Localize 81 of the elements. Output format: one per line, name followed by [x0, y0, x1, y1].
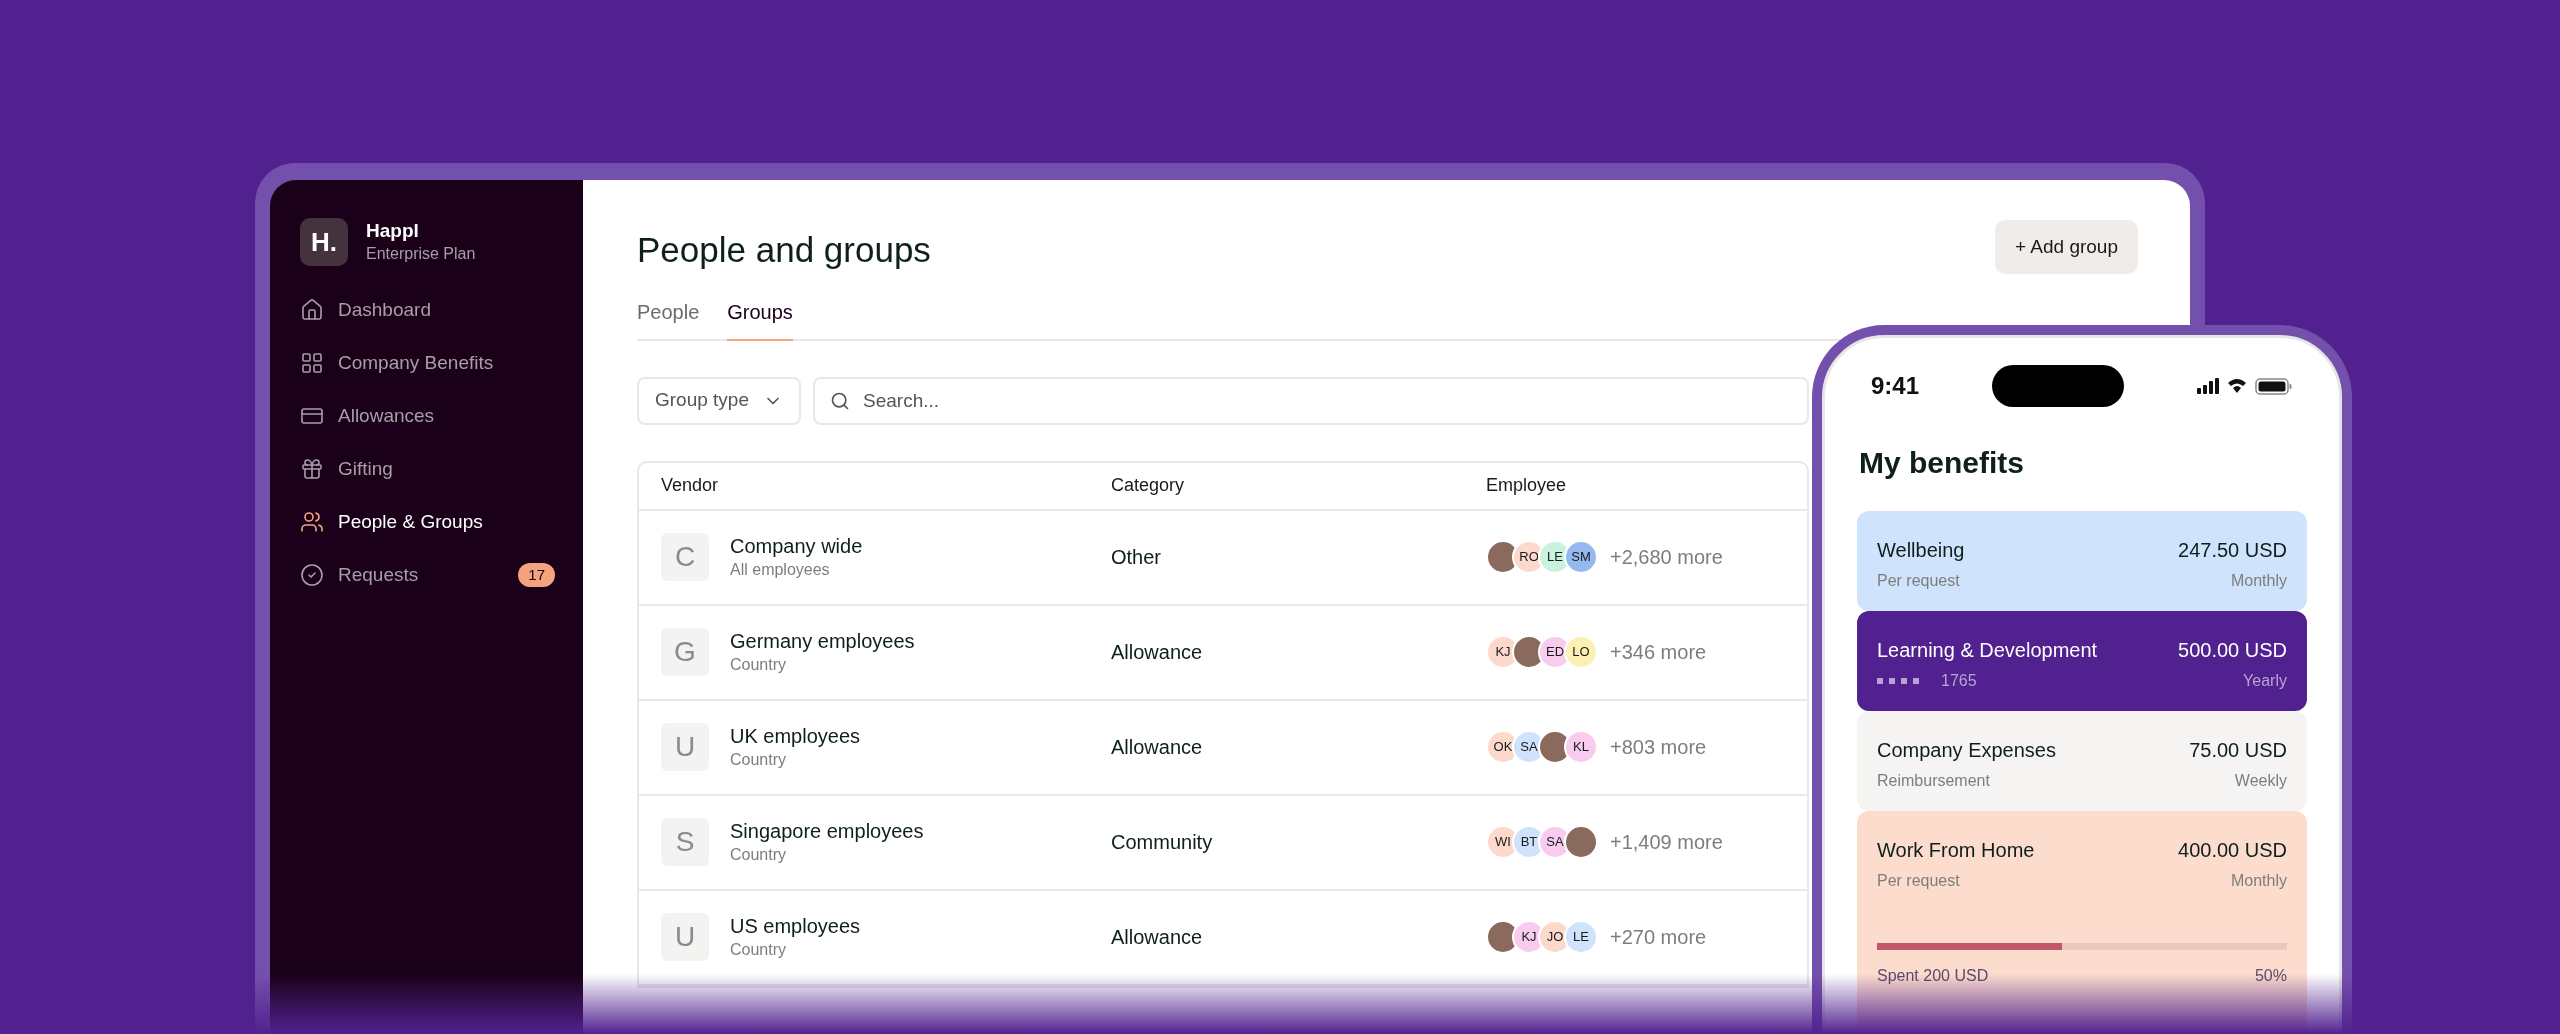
sidebar-item[interactable]: Gifting: [300, 453, 555, 485]
add-group-button[interactable]: + Add group: [1995, 220, 2138, 274]
group-type-dropdown[interactable]: Group type: [637, 376, 801, 425]
sidebar-item[interactable]: Dashboard: [300, 294, 555, 326]
sidebar-item[interactable]: People & Groups: [300, 506, 555, 538]
benefit-card[interactable]: Learning & Development 500.00 USD 1765 Yearly: [1857, 611, 2307, 711]
tab[interactable]: Groups: [727, 296, 793, 341]
sidebar-item[interactable]: Requests 17: [300, 559, 555, 591]
category-cell-text: Allowance: [1111, 640, 1204, 665]
brand-name: Happl: [366, 219, 420, 243]
plan-label: Enterprise Plan: [366, 244, 476, 264]
logo: H.: [300, 218, 348, 266]
category-cell-text: Other: [1111, 545, 1163, 570]
home-icon: [300, 298, 324, 322]
group-subtitle: Country: [730, 750, 788, 770]
group-initial: G: [661, 628, 709, 676]
more-count: +346 more: [1610, 640, 1707, 665]
sidebar-item[interactable]: Company Benefits: [300, 347, 555, 379]
avatar: KL: [1564, 730, 1598, 764]
group-subtitle: Country: [730, 940, 788, 960]
more-count: +1,409 more: [1610, 830, 1723, 855]
benefit-name: Work From Home: [1877, 838, 2035, 863]
page-title: People and groups: [637, 229, 931, 271]
column-header: Employee: [1486, 474, 1568, 497]
search-icon: [830, 390, 850, 411]
benefit-period: Monthly: [2230, 571, 2287, 591]
benefit-name: Wellbeing: [1877, 538, 1965, 563]
gift-icon: [300, 457, 324, 481]
benefit-card[interactable]: Wellbeing 247.50 USD Per request Monthly: [1857, 511, 2307, 611]
phone-title: My benefits: [1859, 445, 2026, 481]
check-circle-icon: [300, 563, 324, 587]
wifi-icon: [2227, 378, 2247, 394]
group-name: Germany employees: [730, 629, 915, 654]
column-header: Vendor: [661, 474, 720, 497]
search-field[interactable]: Search...: [813, 376, 1809, 425]
people-icon: [300, 510, 324, 534]
avatar: LE: [1564, 920, 1598, 954]
column-header: Category: [1111, 474, 1186, 497]
group-name: US employees: [730, 914, 861, 939]
avatar: SM: [1564, 540, 1598, 574]
avatar: LO: [1564, 635, 1598, 669]
count-badge: 17: [518, 562, 555, 588]
grid-icon: [300, 351, 324, 375]
group-initial: U: [661, 913, 709, 961]
benefit-name: Company Expenses: [1877, 738, 2056, 763]
sidebar-item[interactable]: Allowances: [300, 400, 555, 432]
category-cell-text: Community: [1111, 830, 1214, 855]
masked-digits-icon: [1877, 678, 1921, 684]
group-name: UK employees: [730, 724, 861, 749]
group-subtitle: Country: [730, 655, 788, 675]
group-name: Company wide: [730, 534, 863, 559]
benefit-period: Weekly: [2234, 771, 2287, 791]
group-initial: C: [661, 533, 709, 581]
group-initial: U: [661, 723, 709, 771]
more-count: +2,680 more: [1610, 545, 1723, 570]
category-cell-text: Allowance: [1111, 735, 1204, 760]
spent-amount: Spent 200 USD: [1877, 966, 1989, 986]
benefit-detail: Reimbursement: [1877, 771, 1990, 791]
group-initial: S: [661, 818, 709, 866]
tab[interactable]: People: [637, 296, 700, 341]
status-time: 9:41: [1871, 371, 1920, 401]
benefit-name: Learning & Development: [1877, 638, 2098, 663]
benefit-amount: 400.00 USD: [2178, 838, 2287, 863]
signal-icon: [2197, 378, 2219, 394]
battery-icon: [2255, 377, 2293, 395]
benefit-detail: Per request: [1877, 571, 1960, 591]
spent-percent: 50%: [2254, 966, 2287, 986]
group-subtitle: Country: [730, 845, 788, 865]
more-count: +803 more: [1610, 735, 1707, 760]
category-cell-text: Allowance: [1111, 925, 1204, 950]
card-number: 1765: [1941, 671, 1977, 691]
more-count: +270 more: [1610, 925, 1707, 950]
benefit-period: Yearly: [2243, 671, 2287, 691]
benefit-amount: 247.50 USD: [2178, 538, 2287, 563]
benefit-detail: Per request: [1877, 871, 1960, 891]
benefit-period: Monthly: [2230, 871, 2287, 891]
benefit-amount: 500.00 USD: [2178, 638, 2287, 663]
group-subtitle: All employees: [730, 560, 831, 580]
benefit-amount: 75.00 USD: [2189, 738, 2287, 763]
benefit-card[interactable]: Company Expenses 75.00 USD Reimbursement Weekly: [1857, 711, 2307, 811]
group-name: Singapore employees: [730, 819, 924, 844]
